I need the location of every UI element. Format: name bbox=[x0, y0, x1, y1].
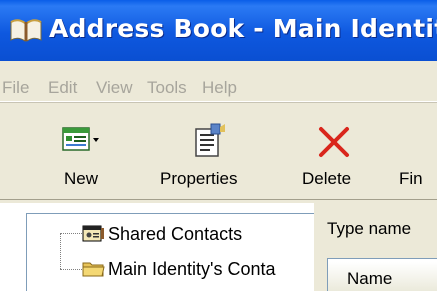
delete-button[interactable]: Delete bbox=[300, 103, 372, 199]
menu-help[interactable]: Help bbox=[202, 78, 237, 98]
window-title: Address Book - Main Identity bbox=[49, 14, 437, 43]
shared-contacts-icon bbox=[82, 225, 104, 242]
delete-x-icon bbox=[319, 127, 349, 157]
folder-icon bbox=[82, 262, 105, 277]
delete-label: Delete bbox=[302, 169, 352, 188]
menu-bar: File Edit View Tools Help bbox=[0, 61, 437, 102]
new-contact-icon bbox=[62, 127, 99, 151]
tree-connector bbox=[60, 269, 82, 270]
new-label: New bbox=[64, 169, 99, 188]
column-header-label: Name bbox=[347, 269, 393, 288]
address-book-icon[interactable] bbox=[8, 16, 44, 44]
properties-label: Properties bbox=[160, 169, 238, 188]
type-name-label: Type name bbox=[327, 219, 412, 238]
tree-item-shared-contacts[interactable]: Shared Contacts bbox=[108, 224, 242, 245]
toolbar: New Properties Delete Fin bbox=[0, 103, 437, 200]
title-bar[interactable]: Address Book - Main Identity bbox=[0, 0, 437, 61]
find-button[interactable]: Fin bbox=[399, 103, 437, 199]
tree-item-main-identity[interactable]: Main Identity's Conta bbox=[108, 259, 276, 280]
tree-connector bbox=[60, 233, 82, 234]
new-button[interactable]: New bbox=[62, 103, 110, 199]
menu-edit[interactable]: Edit bbox=[48, 78, 77, 98]
find-label: Fin bbox=[399, 169, 423, 188]
address-book-window: Address Book - Main Identity File Edit V… bbox=[0, 0, 437, 291]
column-header-name[interactable]: Name bbox=[328, 262, 437, 291]
properties-button[interactable]: Properties bbox=[160, 103, 260, 199]
menu-file[interactable]: File bbox=[2, 78, 29, 98]
menu-view[interactable]: View bbox=[96, 78, 133, 98]
tree-connector bbox=[60, 233, 61, 269]
menu-tools[interactable]: Tools bbox=[147, 78, 187, 98]
properties-icon bbox=[195, 123, 225, 157]
